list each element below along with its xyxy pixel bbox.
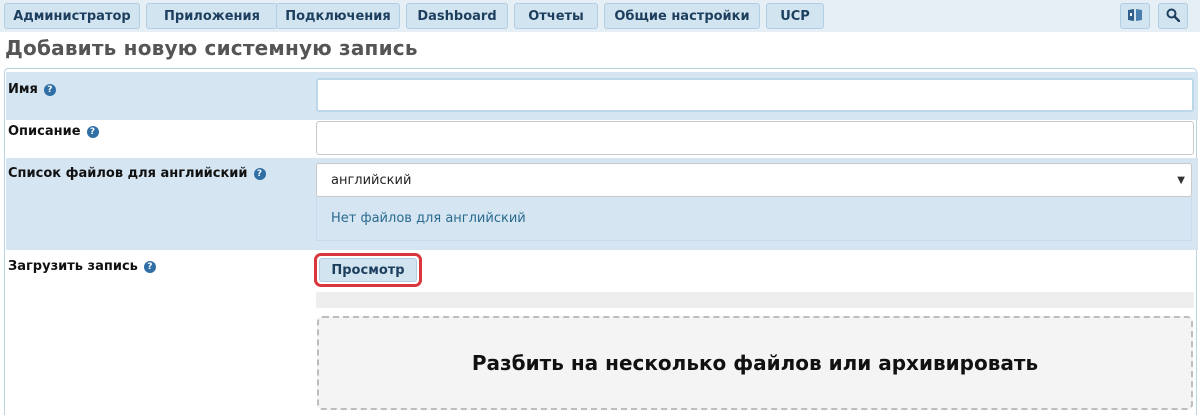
page-title: Добавить новую системную запись [5,36,418,60]
chevron-down-icon: ▼ [1177,175,1185,186]
help-icon[interactable]: ? [143,260,156,273]
description-label-text: Описание [8,124,81,139]
browse-button[interactable]: Просмотр [319,258,417,282]
tab-general-settings[interactable]: Общие настройки [604,3,760,29]
upload-label: Загрузить запись ? [8,259,156,274]
no-files-message: Нет файлов для английский [316,197,1192,241]
filelist-label-text: Список файлов для английский [8,166,248,181]
tab-administrator[interactable]: Администратор [4,3,140,29]
tab-reports[interactable]: Отчеты [514,3,598,29]
upload-dropzone[interactable]: Разбить на несколько файлов или архивиро… [317,316,1193,410]
book-icon [1127,7,1143,26]
filelist-label: Список файлов для английский ? [8,166,266,181]
search-icon [1166,7,1181,26]
upload-progress-bar [316,292,1194,308]
help-icon[interactable]: ? [43,83,56,96]
name-label-text: Имя [8,82,38,97]
help-icon[interactable]: ? [86,125,99,138]
tab-ucp[interactable]: UCP [766,3,824,29]
browse-highlight: Просмотр [314,253,422,287]
description-field[interactable] [316,121,1194,155]
name-field[interactable] [316,78,1194,112]
search-button[interactable] [1158,3,1188,29]
description-label: Описание ? [8,124,99,139]
tab-applications[interactable]: Приложения [146,3,278,29]
tab-dashboard[interactable]: Dashboard [406,3,508,29]
book-button[interactable] [1120,3,1150,29]
upload-label-text: Загрузить запись [8,259,138,274]
name-label: Имя ? [8,82,56,97]
language-select[interactable]: английский ▼ [316,163,1192,197]
help-icon[interactable]: ? [253,167,266,180]
language-select-value: английский [331,172,412,188]
tab-connections[interactable]: Подключения [276,3,400,29]
top-navigation: Администратор Приложения Подключения Das… [0,0,1200,32]
